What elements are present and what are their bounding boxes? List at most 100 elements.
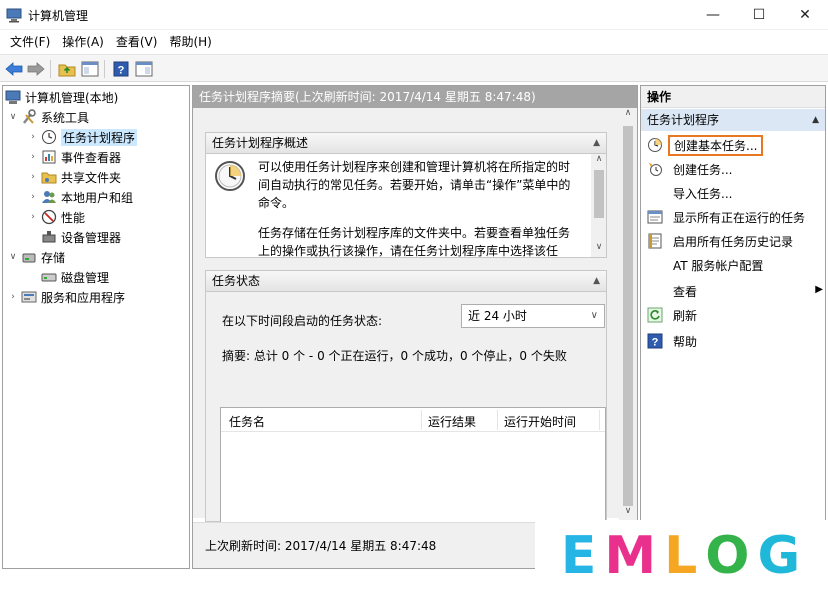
watermark-letter: E bbox=[560, 525, 599, 586]
chevron-right-icon[interactable]: › bbox=[27, 152, 39, 162]
collapse-icon[interactable]: ▲ bbox=[593, 271, 600, 291]
close-button[interactable]: ✕ bbox=[782, 0, 828, 30]
action-refresh[interactable]: 刷新 bbox=[647, 304, 697, 326]
action-show-running-tasks[interactable]: 显示所有正在运行的任务 bbox=[647, 206, 805, 228]
collapse-icon[interactable]: ▲ bbox=[593, 133, 600, 153]
chevron-down-icon[interactable]: ∨ bbox=[7, 112, 19, 122]
status-range-select[interactable]: 近 24 小时 ∨ bbox=[461, 304, 605, 328]
tree-label: 系统工具 bbox=[41, 110, 90, 125]
scroll-up-icon[interactable]: ∧ bbox=[591, 154, 606, 168]
back-arrow-icon[interactable] bbox=[4, 59, 24, 79]
col-run-start[interactable]: 运行开始时间 bbox=[504, 413, 576, 430]
action-label: 刷新 bbox=[673, 308, 698, 323]
action-enable-history[interactable]: 启用所有任务历史记录 bbox=[647, 230, 793, 252]
help-icon[interactable]: ? bbox=[111, 59, 131, 79]
show-hide-tree-icon[interactable] bbox=[80, 59, 100, 79]
scroll-thumb[interactable] bbox=[623, 126, 633, 506]
scroll-thumb[interactable] bbox=[594, 170, 604, 218]
col-task-name[interactable]: 任务名 bbox=[229, 413, 265, 430]
tree-label: 存储 bbox=[41, 250, 66, 265]
column-divider[interactable] bbox=[421, 410, 422, 430]
tree-item-root[interactable]: 计算机管理(本地) bbox=[5, 87, 118, 107]
minimize-button[interactable]: — bbox=[690, 0, 736, 30]
action-label: 导入任务... bbox=[673, 186, 733, 201]
emlog-watermark: E M L O G bbox=[535, 520, 828, 591]
forward-arrow-icon[interactable] bbox=[26, 59, 46, 79]
chevron-down-icon[interactable]: ∨ bbox=[7, 252, 19, 262]
clock-icon bbox=[647, 137, 663, 153]
summary-body: 任务计划程序概述 ▲ 可以使用任务计划程序来创建和管理计算机将在所指定的时间自动… bbox=[193, 108, 619, 527]
maximize-button[interactable]: ☐ bbox=[736, 0, 782, 30]
action-at-service-account[interactable]: AT 服务帐户配置 bbox=[647, 254, 763, 276]
action-create-task[interactable]: 创建任务... bbox=[647, 158, 732, 180]
chevron-right-icon[interactable]: › bbox=[27, 212, 39, 222]
menu-help[interactable]: 帮助(H) bbox=[163, 30, 217, 54]
tree-label: 磁盘管理 bbox=[61, 270, 110, 285]
tree-item-storage[interactable]: ∨ 存储 bbox=[7, 247, 65, 267]
toolbar-separator bbox=[104, 60, 105, 78]
users-icon bbox=[41, 189, 57, 205]
event-viewer-icon bbox=[41, 149, 57, 165]
action-label: 创建基本任务... bbox=[668, 134, 764, 156]
overview-text-2: 任务存储在任务计划程序库的文件夹中。若要查看单独任务上的操作或执行该操作，请在任… bbox=[258, 226, 571, 258]
status-panel-header[interactable]: 任务状态 ▲ bbox=[205, 270, 607, 292]
create-task-icon bbox=[647, 161, 663, 177]
svg-text:?: ? bbox=[118, 65, 125, 77]
tree-item-performance[interactable]: › 性能 bbox=[27, 207, 85, 227]
overview-panel-body: 可以使用任务计划程序来创建和管理计算机将在所指定的时间自动执行的常见任务。若要开… bbox=[205, 154, 607, 258]
action-create-basic-task[interactable]: 创建基本任务... bbox=[647, 134, 764, 156]
action-help[interactable]: ? 帮助 bbox=[647, 330, 697, 352]
tree-item-system-tools[interactable]: ∨ 系统工具 bbox=[7, 107, 89, 127]
actions-header: 操作 bbox=[641, 86, 825, 108]
up-folder-icon[interactable] bbox=[57, 59, 77, 79]
tree-label: 计算机管理(本地) bbox=[25, 90, 119, 105]
status-label: 在以下时间段启动的任务状态: bbox=[222, 314, 383, 328]
summary-header: 任务计划程序摘要(上次刷新时间: 2017/4/14 星期五 8:47:48) bbox=[193, 86, 637, 108]
action-label: 创建任务... bbox=[673, 162, 733, 177]
action-import-task[interactable]: 导入任务... bbox=[647, 182, 732, 204]
chevron-right-icon[interactable]: › bbox=[27, 132, 39, 142]
actions-section-task-scheduler[interactable]: 任务计划程序 ▲ bbox=[641, 109, 825, 131]
overview-panel-header[interactable]: 任务计划程序概述 ▲ bbox=[205, 132, 607, 154]
tree-item-task-scheduler[interactable]: › 任务计划程序 bbox=[27, 127, 138, 147]
blank-icon bbox=[647, 257, 663, 273]
actions-pane: 操作 任务计划程序 ▲ 创建基本任务... 创建任务... 导入任务... 显示… bbox=[640, 85, 826, 569]
task-status-table[interactable]: 任务名 运行结果 运行开始时间 bbox=[220, 407, 606, 527]
chevron-right-icon[interactable]: › bbox=[27, 192, 39, 202]
tree-item-device-manager[interactable]: 设备管理器 bbox=[41, 227, 121, 247]
svg-text:?: ? bbox=[652, 337, 659, 349]
overview-title: 任务计划程序概述 bbox=[212, 136, 309, 150]
action-label: AT 服务帐户配置 bbox=[673, 258, 764, 273]
tree-item-disk-management[interactable]: 磁盘管理 bbox=[41, 267, 109, 287]
status-panel-body: 在以下时间段启动的任务状态: 近 24 小时 ∨ 摘要: 总计 0 个 - 0 … bbox=[205, 292, 607, 527]
column-divider[interactable] bbox=[497, 410, 498, 430]
menu-action[interactable]: 操作(A) bbox=[56, 30, 110, 54]
show-hide-action-pane-icon[interactable] bbox=[134, 59, 154, 79]
action-label: 启用所有任务历史记录 bbox=[673, 234, 794, 249]
scroll-down-icon[interactable]: ∨ bbox=[591, 242, 606, 256]
column-divider[interactable] bbox=[599, 410, 600, 430]
menu-bar: 文件(F) 操作(A) 查看(V) 帮助(H) bbox=[0, 30, 828, 54]
scroll-up-icon[interactable]: ∧ bbox=[619, 108, 637, 124]
chevron-right-icon[interactable]: › bbox=[27, 172, 39, 182]
center-scrollbar[interactable]: ∧ ∨ bbox=[619, 108, 637, 522]
chevron-right-icon[interactable]: › bbox=[7, 292, 19, 302]
col-run-result[interactable]: 运行结果 bbox=[428, 413, 476, 430]
services-icon bbox=[21, 289, 37, 305]
menu-file[interactable]: 文件(F) bbox=[4, 30, 56, 54]
tree-item-services-apps[interactable]: › 服务和应用程序 bbox=[7, 287, 125, 307]
tree-item-local-users[interactable]: › 本地用户和组 bbox=[27, 187, 133, 207]
action-label: 帮助 bbox=[673, 334, 698, 349]
action-view[interactable]: 查看 ▶ bbox=[647, 280, 823, 302]
collapse-icon[interactable]: ▲ bbox=[812, 109, 819, 131]
tree-label: 共享文件夹 bbox=[61, 170, 122, 185]
toolbar: ? bbox=[0, 54, 828, 82]
console-tree: 计算机管理(本地) ∨ 系统工具 › 任务计划程序 › 事件查看器 › 共享文件… bbox=[2, 85, 190, 569]
history-icon bbox=[647, 233, 663, 249]
menu-view[interactable]: 查看(V) bbox=[110, 30, 164, 54]
watermark-letter: O bbox=[705, 525, 752, 586]
device-manager-icon bbox=[41, 229, 57, 245]
tree-item-event-viewer[interactable]: › 事件查看器 bbox=[27, 147, 121, 167]
tree-item-shared-folders[interactable]: › 共享文件夹 bbox=[27, 167, 121, 187]
overview-scrollbar[interactable]: ∧ ∨ bbox=[591, 154, 606, 257]
